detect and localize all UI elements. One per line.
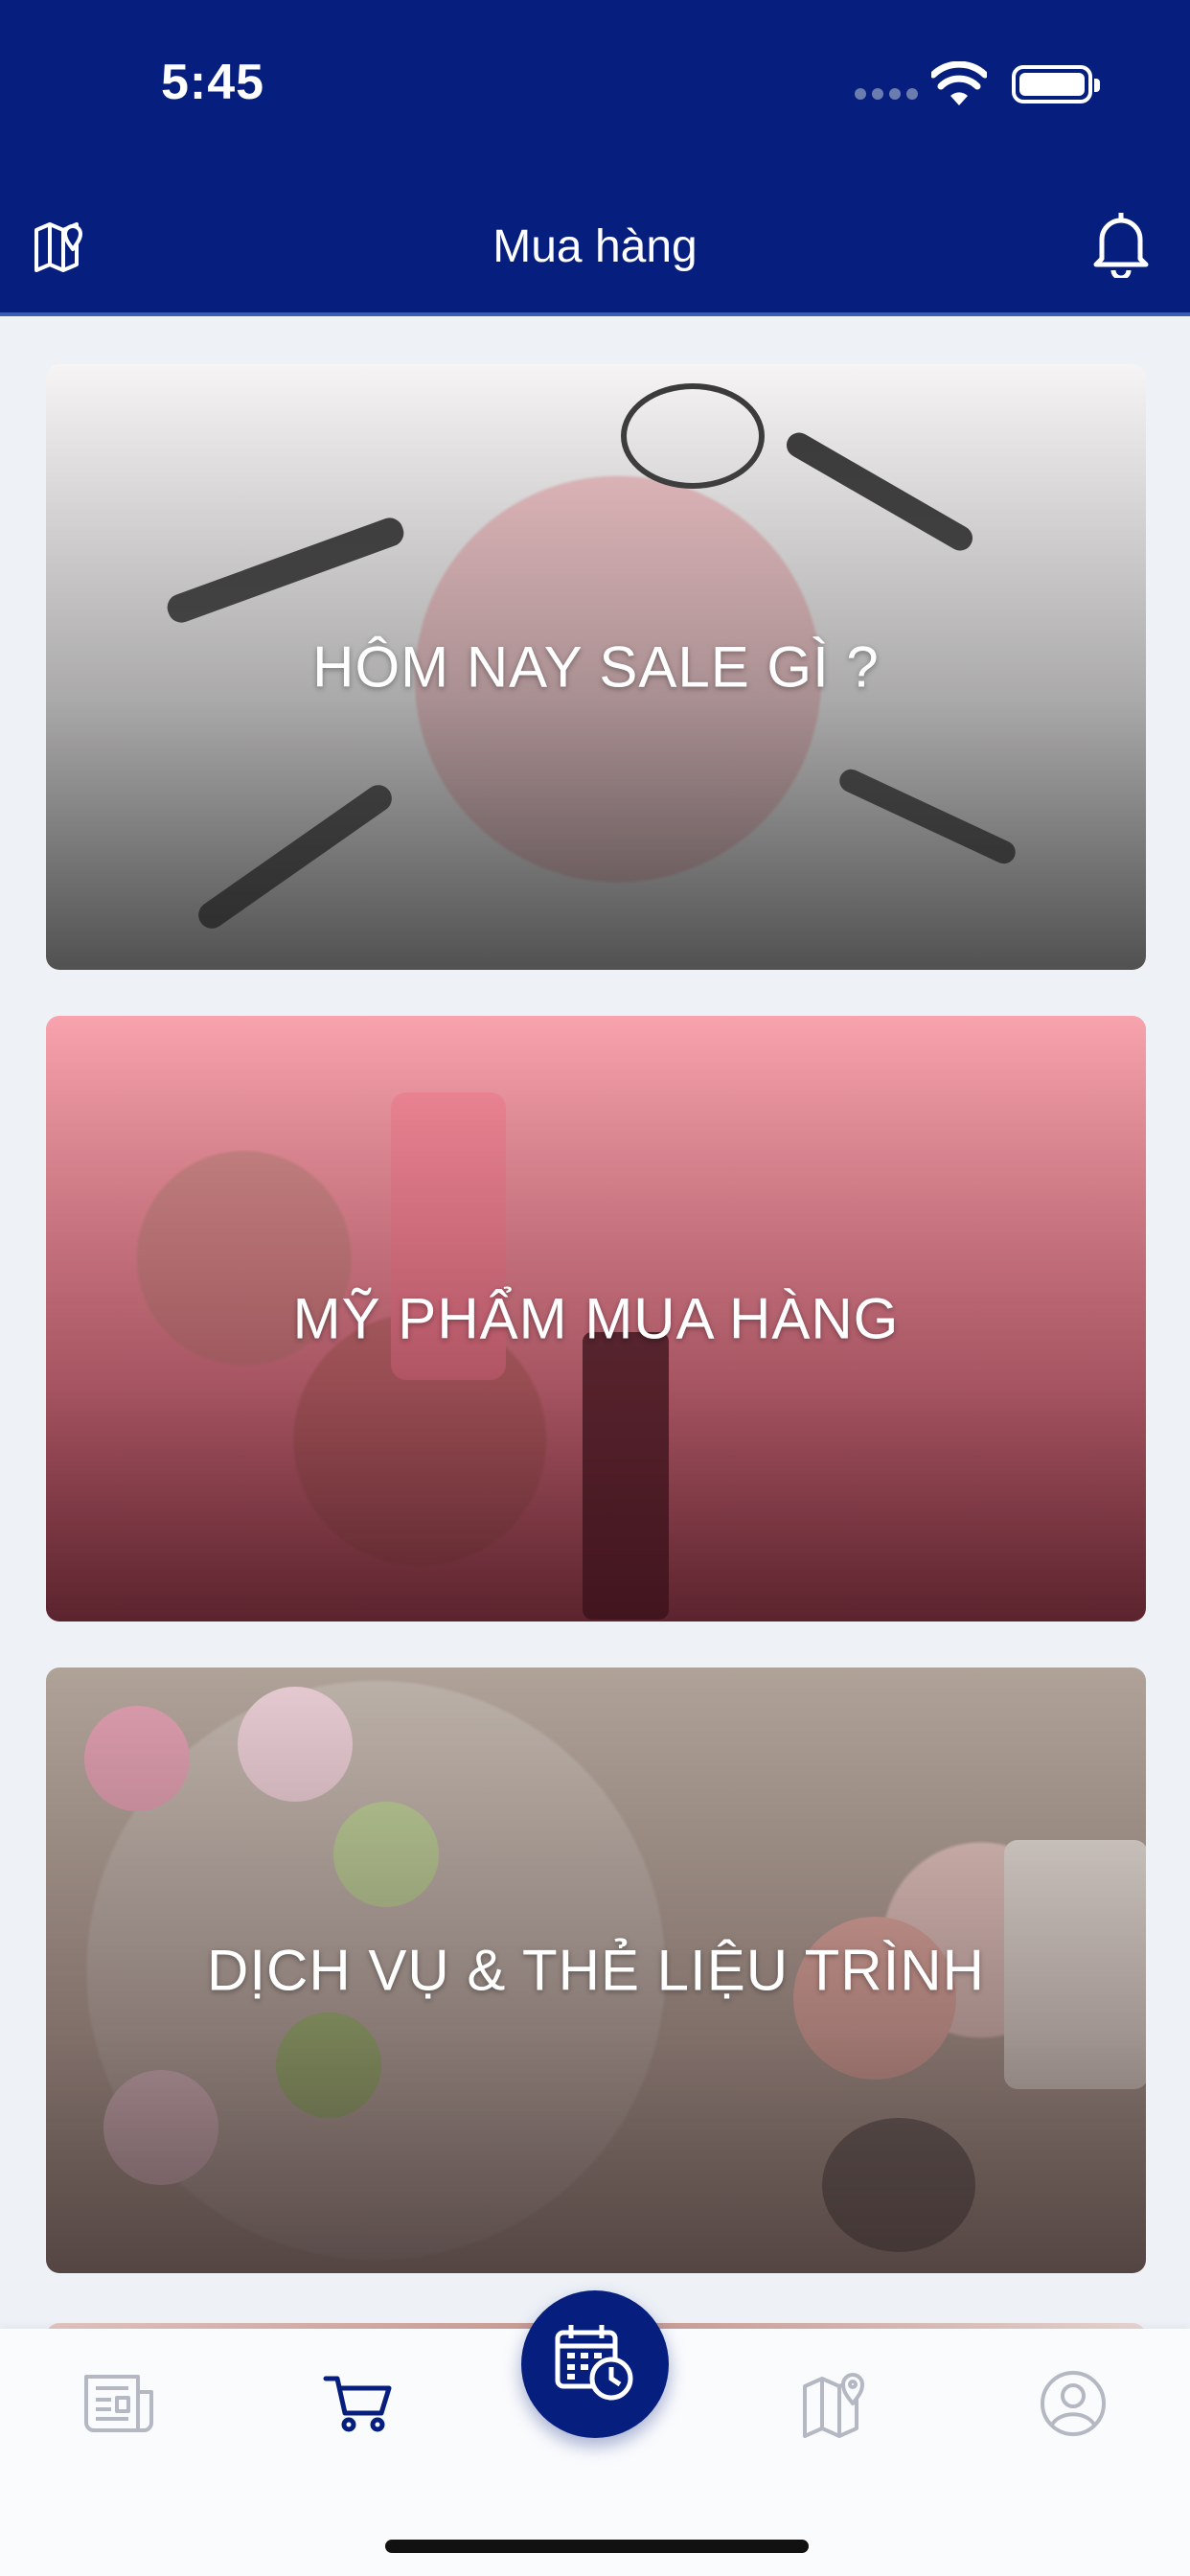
tab-map[interactable] (799, 2369, 872, 2438)
category-card-services[interactable]: DỊCH VỤ & THẺ LIỆU TRÌNH (46, 1668, 1146, 2273)
category-list: HÔM NAY SALE GÌ ? MỸ PHẨM MUA HÀNG DỊCH … (46, 364, 1146, 2319)
user-icon (1041, 2371, 1106, 2436)
signal-icon (855, 88, 918, 102)
calendar-clock-icon (555, 2325, 633, 2401)
wifi-icon (931, 61, 987, 105)
page-title: Mua hàng (492, 221, 698, 272)
card-title: HÔM NAY SALE GÌ ? (312, 634, 880, 700)
booking-button[interactable] (521, 2290, 669, 2438)
tab-profile[interactable] (1039, 2369, 1111, 2438)
status-bar: 5:45 (0, 0, 1190, 172)
category-card-sale[interactable]: HÔM NAY SALE GÌ ? (46, 364, 1146, 970)
status-time: 5:45 (161, 55, 265, 110)
category-card-cosmetics[interactable]: MỸ PHẨM MUA HÀNG (46, 1016, 1146, 1622)
card-title: DỊCH VỤ & THẺ LIỆU TRÌNH (207, 1938, 985, 2003)
map-pin-icon (803, 2373, 864, 2438)
cart-icon (323, 2376, 392, 2432)
news-icon (84, 2375, 153, 2432)
tab-cart[interactable] (322, 2369, 395, 2438)
top-nav-bar: Mua hàng (0, 172, 1190, 316)
tab-news[interactable] (82, 2369, 155, 2438)
battery-icon (1012, 65, 1100, 104)
home-indicator (385, 2540, 809, 2553)
bell-icon[interactable] (1090, 207, 1152, 278)
card-title: MỸ PHẨM MUA HÀNG (292, 1286, 900, 1351)
